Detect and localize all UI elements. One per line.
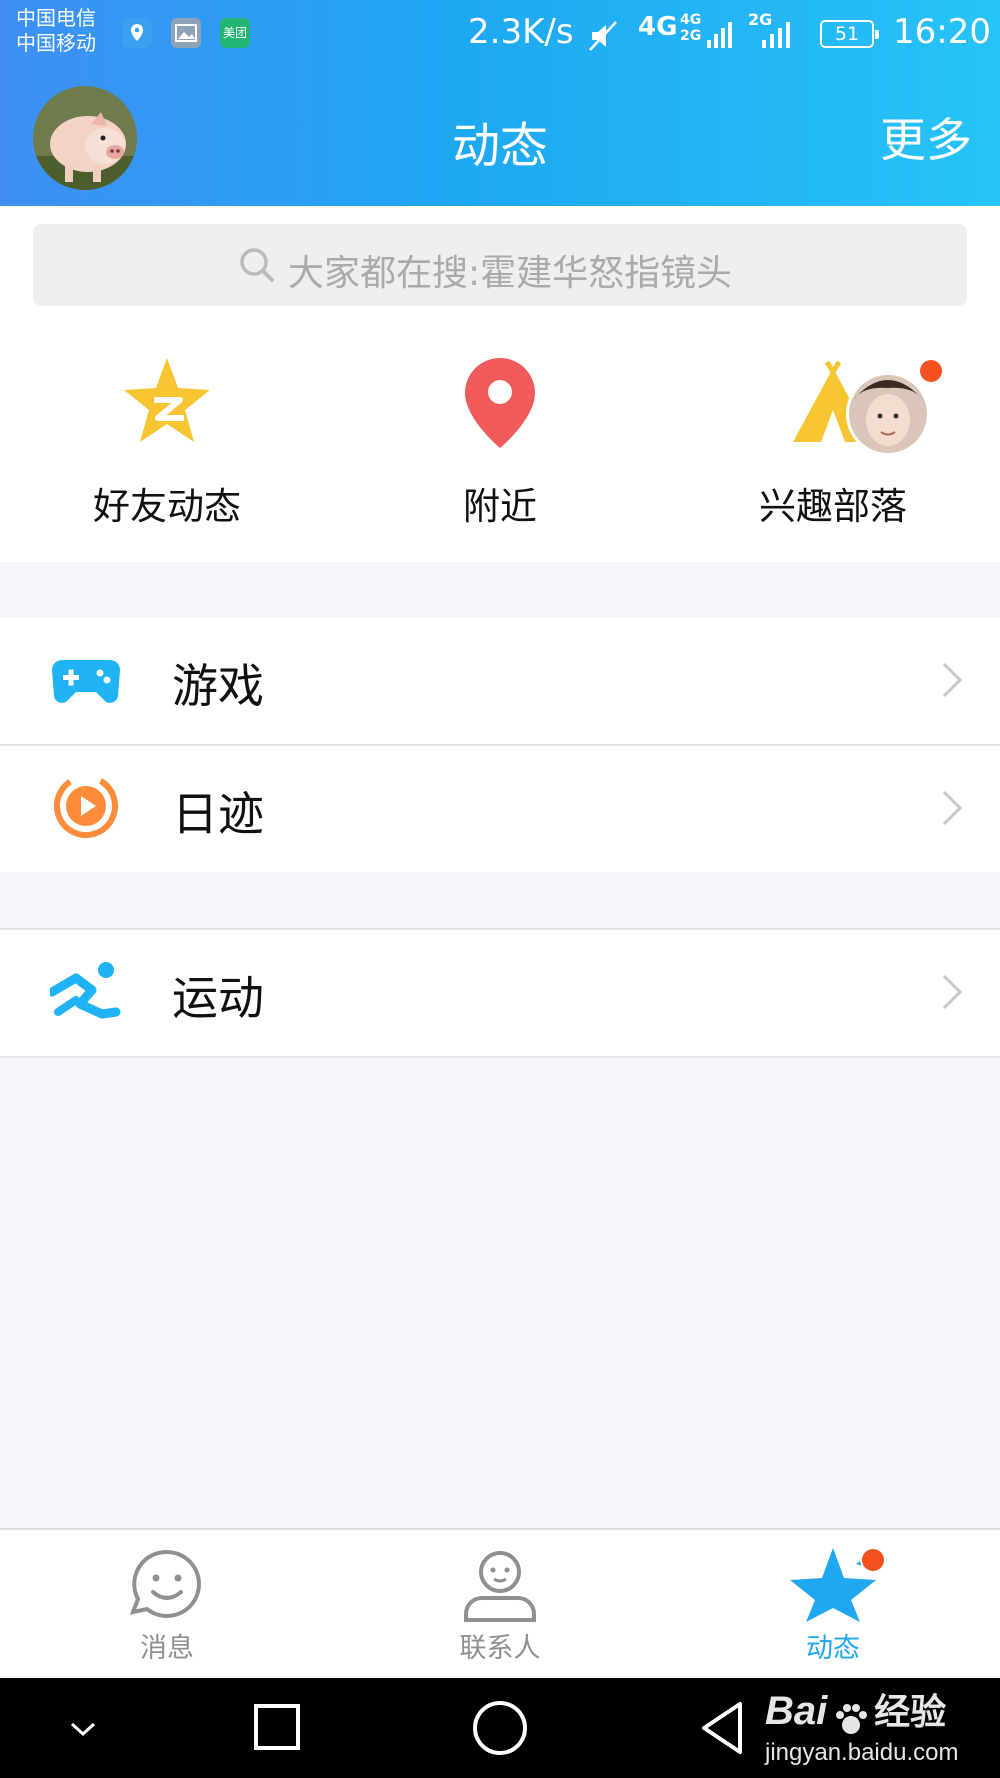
chevron-right-icon bbox=[940, 972, 964, 1016]
more-button[interactable]: 更多 bbox=[880, 104, 972, 170]
gamepad-icon bbox=[50, 644, 122, 720]
star-icon bbox=[790, 1547, 886, 1622]
clock: 16:20 bbox=[893, 12, 991, 52]
map-notification-icon bbox=[122, 18, 152, 48]
meituan-notification-icon: 美团 bbox=[220, 18, 250, 48]
network-4g-small: 4G bbox=[680, 12, 702, 28]
smiley-chat-icon bbox=[129, 1549, 201, 1618]
bottom-tab-bar: 消息 联系人 动态 bbox=[0, 1528, 1000, 1678]
location-pin-icon bbox=[465, 358, 535, 448]
carrier-2: 中国移动 bbox=[16, 31, 96, 55]
chevron-right-icon bbox=[940, 660, 964, 704]
network-4g-indicator: 4G bbox=[638, 12, 678, 42]
chevron-right-icon bbox=[940, 788, 964, 832]
watermark-url: jingyan.baidu.com bbox=[765, 1739, 959, 1766]
tab-feeds-label: 动态 bbox=[806, 1633, 860, 1664]
nav-hide-button[interactable] bbox=[68, 1714, 98, 1748]
battery-indicator: 51 bbox=[820, 20, 879, 48]
mute-icon bbox=[588, 20, 620, 56]
meituan-label: 美团 bbox=[222, 26, 247, 40]
quick-link-friends-label: 好友动态 bbox=[93, 485, 241, 528]
quick-link-tribe[interactable] bbox=[713, 350, 953, 464]
square-icon bbox=[254, 1704, 300, 1750]
tab-messages[interactable]: 消息 bbox=[67, 1544, 267, 1664]
list-item-game[interactable]: 游戏 bbox=[0, 618, 1000, 744]
list-item-sport[interactable]: 运动 bbox=[0, 930, 1000, 1056]
signal-bars-1-icon bbox=[706, 20, 736, 54]
chevron-down-icon bbox=[70, 1722, 96, 1737]
nav-back-button[interactable] bbox=[696, 1700, 752, 1760]
circle-icon bbox=[473, 1701, 527, 1755]
quick-link-friends[interactable] bbox=[47, 350, 287, 454]
carrier-1: 中国电信 bbox=[16, 6, 96, 30]
list-item-sport-label: 运动 bbox=[172, 971, 264, 1025]
list-item-daily-trace-label: 日迹 bbox=[172, 787, 264, 841]
nav-recent-button[interactable] bbox=[252, 1702, 304, 1758]
back-triangle-icon bbox=[702, 1702, 742, 1754]
quick-link-nearby-label: 附近 bbox=[463, 485, 537, 528]
top-header: 中国电信 中国移动 美团 2.3K/s 4G 4G 2G 2G 51 16:20 bbox=[0, 0, 1000, 206]
baidu-jingyan-watermark: Bai 经验 jingyan.baidu.com bbox=[765, 1683, 958, 1767]
play-circle-icon bbox=[50, 770, 122, 846]
network-4g2g-indicator: 4G 2G bbox=[680, 12, 701, 44]
network-2g-small: 2G bbox=[680, 28, 702, 44]
tribe-badge bbox=[920, 360, 942, 382]
tribe-tent-icon bbox=[793, 358, 944, 456]
carrier-names: 中国电信 中国移动 bbox=[16, 6, 96, 56]
network-speed: 2.3K/s bbox=[468, 12, 574, 52]
search-placeholder: 大家都在搜:霍建华怒指镜头 bbox=[288, 253, 733, 294]
friends-star-icon bbox=[124, 358, 210, 442]
quick-link-tribe-label: 兴趣部落 bbox=[759, 485, 907, 528]
gallery-notification-icon bbox=[171, 18, 201, 48]
tab-contacts[interactable]: 联系人 bbox=[400, 1544, 600, 1664]
paw-icon bbox=[832, 1701, 870, 1739]
signal-bars-2-icon bbox=[760, 20, 794, 54]
page-title: 动态 bbox=[451, 118, 548, 174]
tab-feeds-badge bbox=[862, 1549, 884, 1571]
nav-home-button[interactable] bbox=[470, 1698, 530, 1762]
tab-contacts-label: 联系人 bbox=[459, 1633, 541, 1664]
status-bar: 中国电信 中国移动 美团 2.3K/s 4G 4G 2G 2G 51 16:20 bbox=[0, 0, 1000, 66]
list-item-game-label: 游戏 bbox=[172, 659, 264, 713]
watermark-brand-suffix: 经验 bbox=[874, 1691, 947, 1732]
divider bbox=[0, 1056, 1000, 1058]
person-icon bbox=[464, 1551, 536, 1622]
tab-feeds[interactable]: 动态 bbox=[733, 1544, 933, 1664]
tab-messages-label: 消息 bbox=[140, 1633, 194, 1664]
list-item-daily-trace[interactable]: 日迹 bbox=[0, 746, 1000, 872]
quick-link-nearby[interactable] bbox=[380, 350, 620, 454]
running-icon bbox=[47, 956, 122, 1032]
search-icon bbox=[238, 246, 276, 288]
watermark-brand: Bai bbox=[765, 1689, 828, 1733]
